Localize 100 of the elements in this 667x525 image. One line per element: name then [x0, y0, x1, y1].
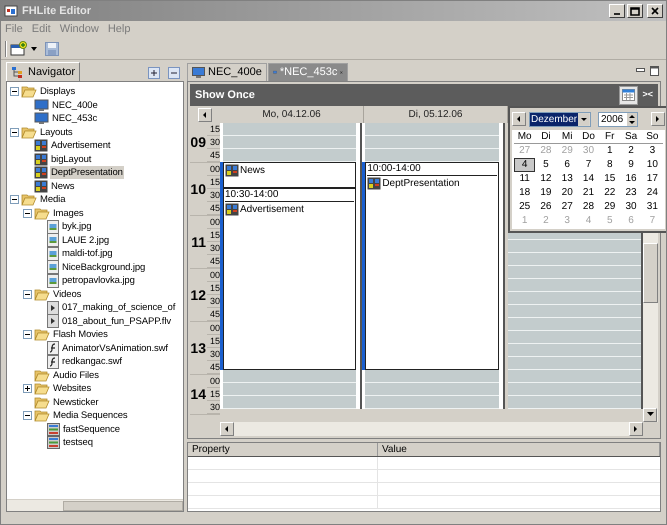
calendar-day[interactable]: 24 — [642, 186, 663, 200]
maximize-button[interactable] — [627, 4, 643, 18]
schedule-event[interactable]: 10:30-14:00 Advertisement — [223, 188, 356, 370]
tree-item[interactable]: NEC_453c — [51, 112, 98, 126]
expand-all-icon[interactable] — [148, 67, 160, 79]
collapse-toggle[interactable] — [10, 195, 19, 204]
tree-item[interactable]: Flash Movies — [52, 328, 109, 342]
tree-item[interactable]: NiceBackground.jpg — [61, 260, 146, 274]
tree-item[interactable]: byk.jpg — [61, 220, 92, 234]
tree-item[interactable]: Newsticker — [52, 396, 100, 409]
scroll-left-button[interactable] — [220, 422, 234, 436]
next-month-button[interactable] — [651, 112, 665, 126]
tree-item[interactable]: maldi-tof.jpg — [61, 247, 114, 260]
tree-item[interactable]: NEC_400e — [51, 98, 99, 112]
calendar-day[interactable]: 17 — [642, 172, 663, 186]
schedule-event[interactable]: 10:00-14:00 DeptPresentation — [365, 162, 499, 370]
calendar-day[interactable]: 15 — [599, 172, 620, 186]
scroll-thumb[interactable] — [63, 500, 183, 510]
horizontal-scrollbar[interactable] — [220, 422, 643, 436]
calendar-day[interactable]: 10 — [642, 158, 663, 172]
column-header[interactable]: Property — [188, 443, 378, 456]
calendar-day[interactable]: 16 — [620, 172, 642, 186]
previous-day-button[interactable] — [198, 108, 212, 122]
collapse-toggle[interactable] — [10, 128, 19, 137]
calendar-day[interactable]: 3 — [642, 144, 663, 158]
calendar-button[interactable] — [619, 86, 638, 104]
tree-item[interactable]: 018_about_fun_PSAPP.flv — [61, 314, 172, 328]
tree-item[interactable]: News — [50, 180, 76, 193]
year-spinner[interactable]: 2006 — [598, 112, 638, 126]
tree-item[interactable]: Audio Files — [52, 368, 100, 382]
calendar-day[interactable]: 9 — [620, 158, 642, 172]
calendar-day[interactable]: 8 — [599, 158, 620, 172]
calendar-day[interactable]: 27 — [556, 200, 578, 214]
sequence-icon — [47, 436, 60, 450]
calendar-day[interactable]: 19 — [535, 186, 557, 200]
calendar-day[interactable]: 26 — [535, 200, 557, 214]
column-header[interactable]: Value — [378, 443, 660, 456]
save-icon[interactable] — [44, 40, 60, 56]
tree-item[interactable]: Images — [52, 206, 85, 220]
close-button[interactable] — [647, 4, 663, 18]
calendar-day[interactable]: 28 — [578, 200, 600, 214]
collapse-toggle[interactable] — [23, 330, 32, 340]
collapse-toggle[interactable] — [23, 290, 32, 299]
collapse-all-icon[interactable] — [168, 67, 180, 79]
tree-item[interactable]: Displays — [39, 85, 76, 98]
tree-item[interactable]: 017_making_of_science_of — [61, 301, 176, 314]
calendar-day[interactable]: 14 — [578, 172, 600, 186]
previous-month-button[interactable] — [512, 112, 526, 126]
folder-icon — [34, 382, 50, 396]
tree-item[interactable]: testseq — [62, 436, 94, 450]
tree-item[interactable]: fastSequence — [62, 422, 121, 436]
tree-item[interactable]: redkangac.swf — [61, 355, 123, 368]
caret-icon[interactable] — [31, 46, 37, 50]
tree-item[interactable]: Websites — [52, 382, 92, 396]
calendar-day[interactable]: 12 — [535, 172, 557, 186]
scroll-down-button[interactable] — [643, 408, 657, 422]
calendar-day[interactable]: 20 — [556, 186, 578, 200]
tree-item[interactable]: DeptPresentation — [50, 166, 124, 180]
flash-file-icon — [47, 341, 59, 356]
calendar-day[interactable]: 25 — [514, 200, 536, 214]
tree-item[interactable]: Videos — [52, 288, 82, 301]
calendar-day[interactable]: 6 — [556, 158, 578, 172]
calendar-day[interactable]: 7 — [578, 158, 600, 172]
expand-toggle[interactable] — [23, 384, 32, 394]
collapse-toggle[interactable] — [23, 411, 32, 420]
calendar-day[interactable]: 29 — [599, 200, 620, 214]
collapse-toggle[interactable] — [23, 208, 32, 218]
calendar-day[interactable]: 1 — [599, 144, 620, 158]
schedule-event[interactable]: News — [223, 162, 356, 188]
month-dropdown[interactable]: Dezember — [529, 112, 591, 126]
tree-item[interactable]: bigLayout — [50, 152, 92, 166]
tree-item[interactable]: Layouts — [39, 126, 74, 139]
collapse-button[interactable]: >< — [642, 88, 653, 102]
horizontal-scrollbar[interactable] — [7, 499, 183, 511]
minimize-button[interactable] — [609, 4, 625, 18]
tree-item[interactable]: petropavlovka.jpg — [61, 274, 136, 288]
calendar-day[interactable]: 5 — [535, 158, 557, 172]
calendar-day[interactable]: 23 — [620, 186, 642, 200]
calendar-day[interactable]: 11 — [514, 172, 536, 186]
calendar-day[interactable]: 2 — [620, 144, 642, 158]
tree-item[interactable]: Media — [39, 193, 66, 206]
editor-tab[interactable]: NEC_400e — [187, 63, 267, 81]
calendar-day[interactable]: 4 — [514, 158, 536, 172]
collapse-toggle[interactable] — [10, 87, 19, 96]
scroll-right-button[interactable] — [629, 422, 643, 436]
maximize-icon[interactable] — [650, 66, 659, 76]
navigator-tab[interactable]: Navigator — [6, 62, 80, 81]
calendar-day[interactable]: 31 — [642, 200, 663, 214]
calendar-day[interactable]: 21 — [578, 186, 600, 200]
calendar-day[interactable]: 18 — [514, 186, 536, 200]
new-layout-icon[interactable] — [10, 40, 28, 56]
calendar-day[interactable]: 22 — [599, 186, 620, 200]
tree-item[interactable]: Advertisement — [50, 139, 112, 152]
tree-item[interactable]: LAUE 2.jpg — [61, 234, 110, 247]
calendar-day[interactable]: 30 — [620, 200, 642, 214]
tree-item[interactable]: Media Sequences — [52, 409, 129, 422]
tree-item[interactable]: AnimatorVsAnimation.swf — [61, 342, 169, 355]
layout-icon — [34, 166, 48, 180]
calendar-day[interactable]: 13 — [556, 172, 578, 186]
triangle-icon — [516, 115, 522, 123]
